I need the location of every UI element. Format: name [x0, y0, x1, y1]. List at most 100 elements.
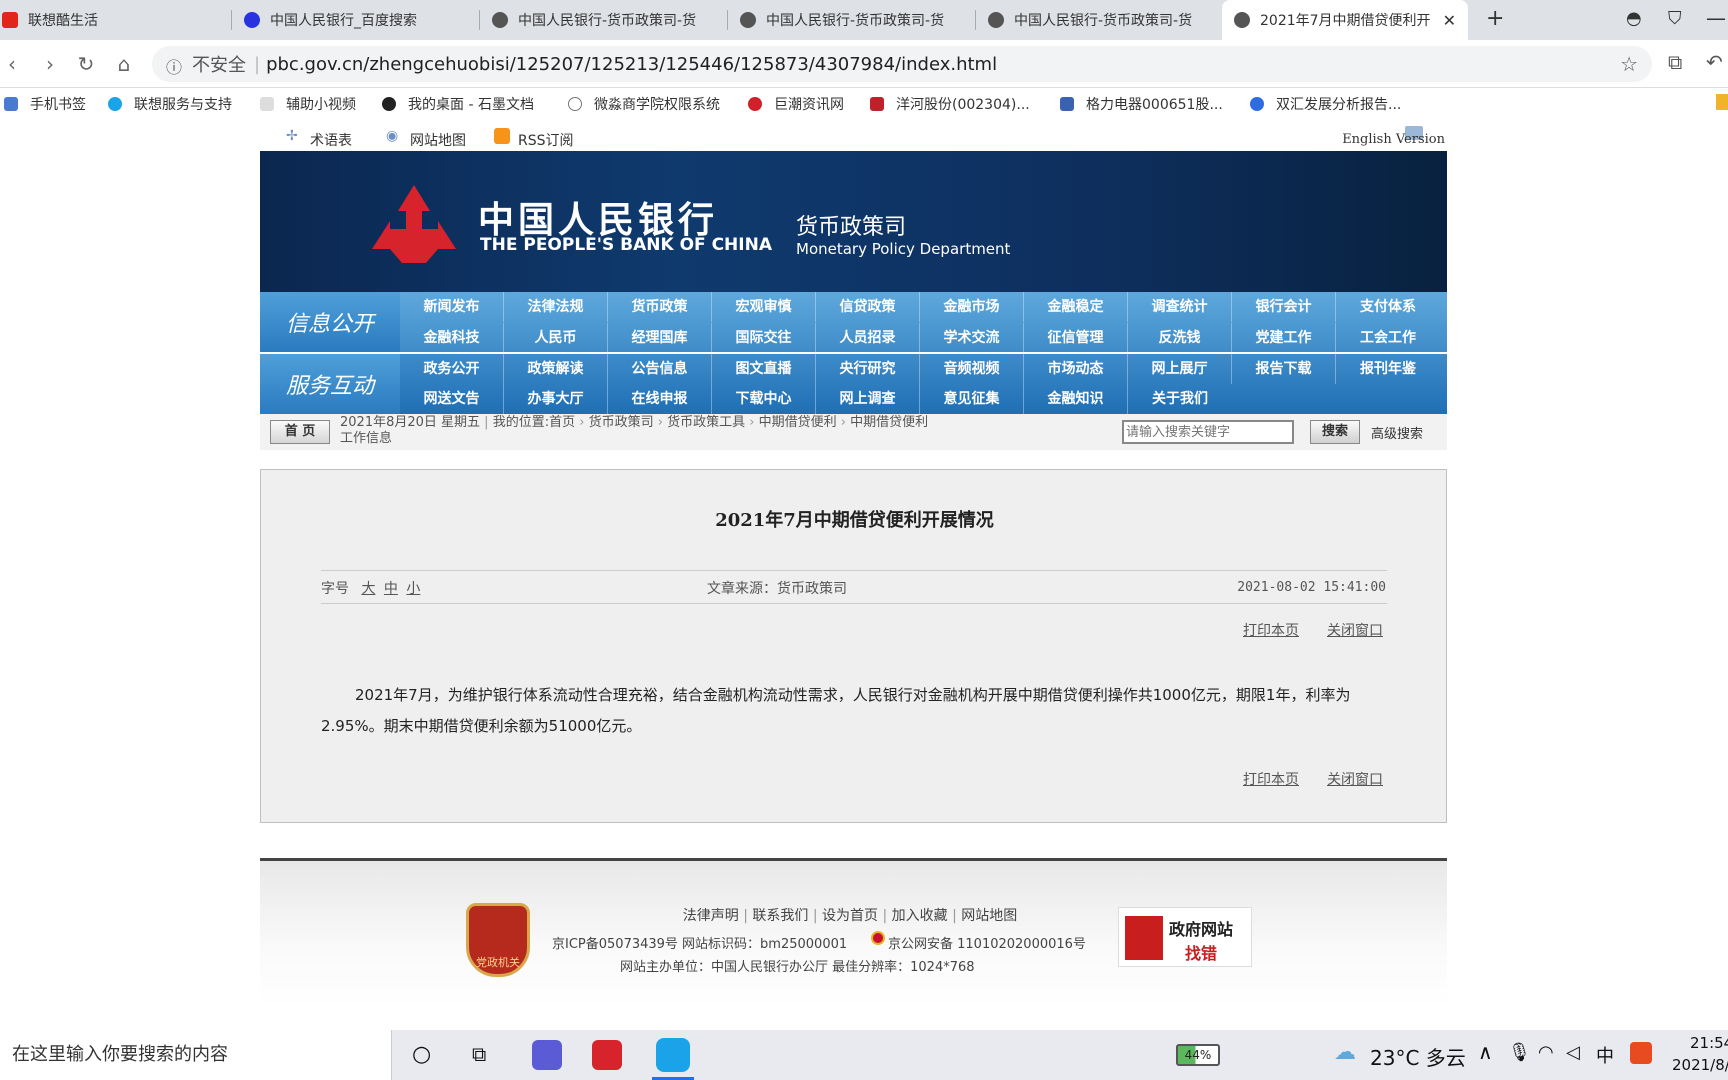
tray-chevron-icon[interactable]: ∧ [1478, 1040, 1493, 1064]
nav-item[interactable]: 网上展厅 [1128, 354, 1232, 384]
clock-time[interactable]: 21:54 [1690, 1034, 1728, 1052]
undo-icon[interactable]: ↶ [1706, 50, 1723, 74]
bookmark-item[interactable]: 双汇发展分析报告... [1250, 94, 1401, 114]
nav-item[interactable]: 经理国库 [608, 323, 712, 353]
nav-item[interactable]: 市场动态 [1024, 354, 1128, 384]
nav-item[interactable]: 金融稳定 [1024, 292, 1128, 322]
nav-item[interactable]: 调查统计 [1128, 292, 1232, 322]
nav-item[interactable]: 办事大厅 [504, 384, 608, 414]
forward-icon[interactable]: › [38, 52, 62, 76]
nav-item[interactable]: 金融知识 [1024, 384, 1128, 414]
tab-pbc-3[interactable]: 中国人民银行-货币政策司-货 [976, 0, 1222, 40]
url-field[interactable]: ⓘ 不安全 | pbc.gov.cn/zhengcehuobisi/125207… [152, 46, 1652, 82]
nav-item[interactable]: 新闻发布 [400, 292, 504, 322]
advanced-search-link[interactable]: 高级搜索 [1371, 423, 1423, 442]
nav-item[interactable]: 网送文告 [400, 384, 504, 414]
bookmark-item[interactable]: 辅助小视频 [260, 94, 356, 114]
nav-item[interactable]: 银行会计 [1232, 292, 1336, 322]
sitemap-link[interactable]: 网站地图 [410, 130, 466, 150]
nav-item[interactable]: 国际交往 [712, 323, 816, 353]
nav-item[interactable]: 在线申报 [608, 384, 712, 414]
english-version-link[interactable]: English Version [1342, 132, 1445, 147]
shirt-icon[interactable]: ⛉ [1668, 8, 1682, 29]
home-icon[interactable]: ⌂ [112, 52, 136, 76]
task-view-icon[interactable]: ⧉ [472, 1042, 486, 1066]
tab-baidu[interactable]: 中国人民银行_百度搜索 [232, 0, 480, 40]
nav-item[interactable]: 报刊年鉴 [1336, 354, 1440, 384]
home-button[interactable]: 首 页 [270, 420, 330, 444]
new-tab-button[interactable]: + [1486, 6, 1504, 31]
nav-item[interactable]: 央行研究 [816, 354, 920, 384]
font-medium-link[interactable]: 中 [384, 581, 398, 597]
nav-item[interactable]: 党建工作 [1232, 323, 1336, 353]
nav-item[interactable]: 金融科技 [400, 323, 504, 353]
nav-item[interactable]: 支付体系 [1336, 292, 1440, 322]
battery-indicator[interactable]: 44% [1176, 1044, 1220, 1066]
browser-icon[interactable] [656, 1038, 690, 1072]
weather-text[interactable]: 23°C 多云 [1370, 1042, 1466, 1071]
nav-item[interactable]: 人员招录 [816, 323, 920, 353]
incognito-icon[interactable]: ◓ [1626, 8, 1642, 29]
glossary-link[interactable]: 术语表 [310, 130, 352, 150]
set-homepage-link[interactable]: 设为首页 [822, 908, 878, 924]
bookmark-item[interactable]: 格力电器000651股... [1060, 94, 1223, 114]
bookmark-item[interactable]: 巨潮资讯网 [748, 94, 844, 114]
font-small-link[interactable]: 小 [406, 581, 420, 597]
nav-item[interactable]: 工会工作 [1336, 323, 1440, 353]
mic-icon[interactable]: 🎙 [1508, 1042, 1531, 1063]
rss-link[interactable]: RSS订阅 [518, 130, 574, 150]
nav-item[interactable]: 政务公开 [400, 354, 504, 384]
bookmark-item[interactable]: 微淼商学院权限系统 [568, 94, 720, 114]
reload-icon[interactable]: ↻ [74, 52, 98, 76]
star-icon[interactable]: ☆ [1620, 52, 1638, 76]
tab-lenovo[interactable]: 联想酷生活 [0, 0, 232, 40]
print-link[interactable]: 打印本页 [1243, 620, 1299, 640]
site-search-input[interactable] [1122, 420, 1294, 444]
nav-item[interactable]: 信贷政策 [816, 292, 920, 322]
tab-pbc-2[interactable]: 中国人民银行-货币政策司-货 [728, 0, 976, 40]
tab-pbc-1[interactable]: 中国人民银行-货币政策司-货 [480, 0, 728, 40]
nav-item[interactable]: 政策解读 [504, 354, 608, 384]
nav-item[interactable]: 关于我们 [1128, 384, 1232, 414]
nav-item[interactable]: 法律法规 [504, 292, 608, 322]
app-icon[interactable] [532, 1040, 562, 1070]
wifi-icon[interactable]: ◠ [1538, 1042, 1554, 1063]
font-large-link[interactable]: 大 [361, 581, 375, 597]
nav-item[interactable]: 反洗钱 [1128, 323, 1232, 353]
add-favorite-link[interactable]: 加入收藏 [892, 908, 948, 924]
extensions-icon[interactable]: ⧉ [1668, 50, 1682, 74]
volume-icon[interactable]: ◁ [1566, 1042, 1580, 1063]
contact-link[interactable]: 联系我们 [752, 908, 808, 924]
bookmark-item[interactable]: 联想服务与支持 [108, 94, 232, 114]
nav-item[interactable]: 学术交流 [920, 323, 1024, 353]
back-icon[interactable]: ‹ [0, 52, 24, 76]
wps-icon[interactable] [592, 1040, 622, 1070]
nav-item[interactable]: 金融市场 [920, 292, 1024, 322]
crumb-link[interactable]: 货币政策工具 [667, 415, 745, 430]
nav-item[interactable]: 下载中心 [712, 384, 816, 414]
search-button[interactable]: 搜索 [1310, 420, 1360, 444]
crumb-link[interactable]: 货币政策司 [589, 415, 654, 430]
nav-item[interactable]: 人民币 [504, 323, 608, 353]
close-window-link[interactable]: 关闭窗口 [1327, 620, 1383, 640]
gov-site-error-button[interactable]: 政府网站 找错 [1118, 907, 1252, 967]
crumb-link[interactable]: 工作信息 [340, 431, 392, 446]
sogou-icon[interactable] [1630, 1042, 1652, 1064]
legal-link[interactable]: 法律声明 [683, 908, 739, 924]
print-link-bottom[interactable]: 打印本页 [1243, 769, 1299, 789]
nav-item[interactable]: 货币政策 [608, 292, 712, 322]
bookmark-item[interactable]: 洋河股份(002304)... [870, 94, 1030, 114]
nav-item[interactable]: 报告下载 [1232, 354, 1336, 384]
cortana-icon[interactable]: ○ [412, 1042, 431, 1067]
bookmark-item[interactable]: 手机书签 [4, 94, 86, 114]
footer-sitemap-link[interactable]: 网站地图 [961, 908, 1017, 924]
ime-indicator[interactable]: 中 [1596, 1042, 1614, 1068]
nav-item[interactable]: 意见征集 [920, 384, 1024, 414]
crumb-home-link[interactable]: 我的位置:首页 [493, 415, 575, 430]
info-icon[interactable]: ⓘ [166, 54, 182, 78]
close-tab-icon[interactable]: ✕ [1443, 11, 1456, 30]
folder-icon[interactable] [1716, 94, 1728, 110]
nav-item[interactable]: 征信管理 [1024, 323, 1128, 353]
nav-item[interactable]: 网上调查 [816, 384, 920, 414]
minimize-icon[interactable]: — [1706, 6, 1726, 30]
